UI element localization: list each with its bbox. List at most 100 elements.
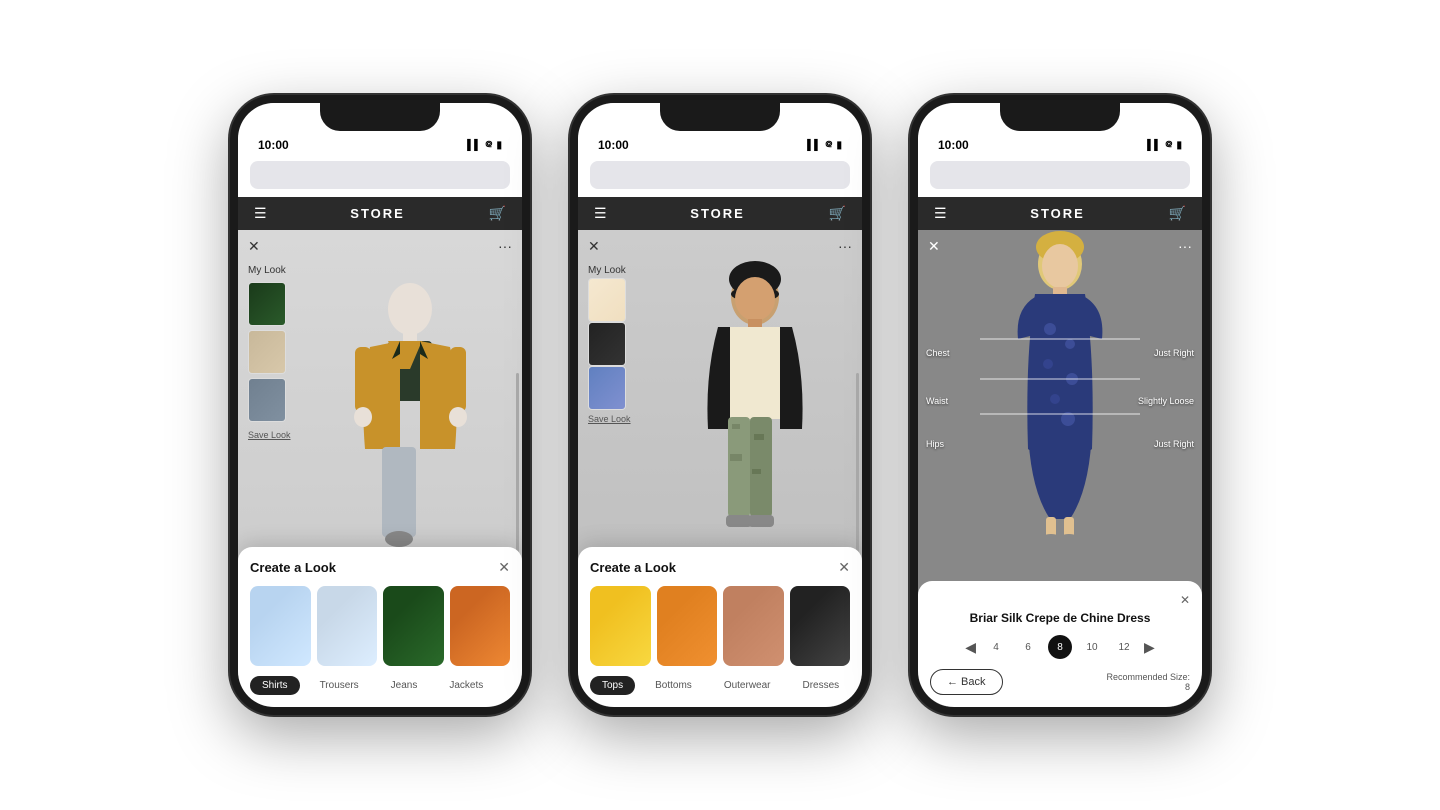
- recommended-label: Recommended Size:: [1106, 672, 1190, 682]
- wifi-icon-1: ᪤: [485, 137, 492, 153]
- create-look-sheet-2: Create a Look ✕ Tops Bottoms Outerwear D…: [578, 547, 862, 707]
- size-prev[interactable]: ◀: [965, 639, 976, 656]
- nav-title-3: STORE: [1030, 206, 1085, 221]
- battery-icon-1: ▮: [496, 140, 502, 151]
- hamburger-icon-1[interactable]: ☰: [254, 205, 267, 222]
- look-thumb-jeans-2[interactable]: [588, 366, 626, 410]
- size-12[interactable]: 12: [1112, 635, 1136, 659]
- status-bar-2: 10:00 ▌▌ ᪤ ▮: [578, 103, 862, 157]
- time-3: 10:00: [938, 138, 969, 152]
- size-4[interactable]: 4: [984, 635, 1008, 659]
- chest-label: Chest: [926, 348, 950, 358]
- save-look-link-2[interactable]: Save Look: [588, 414, 631, 424]
- signal-icon-1: ▌▌: [467, 140, 481, 151]
- pill-shirts[interactable]: Shirts: [250, 676, 300, 695]
- product-sheet-close[interactable]: ✕: [1180, 593, 1190, 607]
- pill-tops[interactable]: Tops: [590, 676, 635, 695]
- signal-icon-3: ▌▌: [1147, 140, 1161, 151]
- cart-icon-2[interactable]: 🛒: [829, 205, 846, 222]
- size-selector: ◀ 4 6 8 10 12 ▶: [930, 635, 1190, 659]
- scroll-bar-1[interactable]: [516, 373, 519, 564]
- sheet-header-1: Create a Look ✕: [250, 559, 510, 576]
- look-thumb-top[interactable]: [588, 278, 626, 322]
- search-bar-1: [238, 157, 522, 197]
- avatar-area-2: [628, 250, 862, 557]
- item-shirt-1[interactable]: [250, 586, 311, 666]
- item-top-1[interactable]: [590, 586, 651, 666]
- recommended-size-info: Recommended Size: 8: [1106, 672, 1190, 692]
- main-content-2: ✕ ··· My Look Save Look: [578, 230, 862, 707]
- phone-1: 10:00 ▌▌ ᪤ ▮ ☰ STORE 🛒 ✕ ··· M: [230, 95, 530, 715]
- mannequin-svg-1: [300, 269, 500, 569]
- waist-value: Slightly Loose: [1138, 396, 1194, 406]
- item-polo[interactable]: [383, 586, 444, 666]
- search-bar-3: [918, 157, 1202, 197]
- pill-jackets[interactable]: Jackets: [437, 676, 495, 695]
- back-row: ← Back Recommended Size: 8: [930, 669, 1190, 695]
- item-top-3[interactable]: [723, 586, 784, 666]
- sheet-close-2[interactable]: ✕: [838, 559, 850, 576]
- pill-outerwear[interactable]: Outerwear: [712, 676, 783, 695]
- category-pills-1: Shirts Trousers Jeans Jackets: [250, 676, 510, 695]
- sheet-close-1[interactable]: ✕: [498, 559, 510, 576]
- fit-chest-row: Chest Just Right: [926, 348, 1194, 358]
- search-input-2[interactable]: [590, 161, 850, 189]
- signal-icon-2: ▌▌: [807, 140, 821, 151]
- look-thumb-jacket-2[interactable]: [588, 322, 626, 366]
- pill-bottoms[interactable]: Bottoms: [643, 676, 704, 695]
- phone-2: 10:00 ▌▌ ᪤ ▮ ☰ STORE 🛒 ✕ ··· M: [570, 95, 870, 715]
- hips-value: Just Right: [1154, 439, 1194, 449]
- hips-label: Hips: [926, 439, 944, 449]
- pill-dresses[interactable]: Dresses: [791, 676, 851, 695]
- sheet-title-1: Create a Look: [250, 560, 336, 575]
- nav-bar-1: ☰ STORE 🛒: [238, 197, 522, 230]
- hamburger-icon-3[interactable]: ☰: [934, 205, 947, 222]
- product-name: Briar Silk Crepe de Chine Dress: [930, 611, 1190, 625]
- cart-icon-3[interactable]: 🛒: [1169, 205, 1186, 222]
- fit-labels: Chest Just Right Waist Slightly Loose Hi…: [926, 348, 1194, 449]
- search-input-3[interactable]: [930, 161, 1190, 189]
- battery-icon-2: ▮: [836, 140, 842, 151]
- close-btn-1[interactable]: ✕: [248, 238, 260, 255]
- nav-title-1: STORE: [350, 206, 405, 221]
- more-btn-1[interactable]: ···: [498, 238, 512, 254]
- size-next[interactable]: ▶: [1144, 639, 1155, 656]
- nav-title-2: STORE: [690, 206, 745, 221]
- my-look-panel-2: My Look Save Look: [588, 265, 631, 424]
- scroll-bar-2[interactable]: [856, 373, 859, 564]
- my-look-label-2: My Look: [588, 265, 631, 276]
- sheet-title-2: Create a Look: [590, 560, 676, 575]
- main-content-1: ✕ ··· My Look Save Look: [238, 230, 522, 707]
- recommended-value: 8: [1106, 682, 1190, 692]
- item-shirt-2[interactable]: [317, 586, 378, 666]
- status-bar-1: 10:00 ▌▌ ᪤ ▮: [238, 103, 522, 157]
- category-pills-2: Tops Bottoms Outerwear Dresses: [590, 676, 850, 695]
- phones-container: 10:00 ▌▌ ᪤ ▮ ☰ STORE 🛒 ✕ ··· M: [0, 0, 1440, 810]
- wifi-icon-2: ᪤: [825, 137, 832, 153]
- product-info-sheet: ✕ Briar Silk Crepe de Chine Dress ◀ 4 6 …: [918, 581, 1202, 707]
- hamburger-icon-2[interactable]: ☰: [594, 205, 607, 222]
- fit-waist-row: Waist Slightly Loose: [926, 396, 1194, 406]
- avatar-svg-2: [650, 259, 840, 549]
- pill-trousers[interactable]: Trousers: [308, 676, 371, 695]
- sheet-header-2: Create a Look ✕: [590, 559, 850, 576]
- wifi-icon-3: ᪤: [1165, 137, 1172, 153]
- pill-jeans[interactable]: Jeans: [379, 676, 430, 695]
- size-8[interactable]: 8: [1048, 635, 1072, 659]
- size-6[interactable]: 6: [1016, 635, 1040, 659]
- create-look-sheet-1: Create a Look ✕ Shirts Trousers Jeans Ja…: [238, 547, 522, 707]
- status-icons-2: ▌▌ ᪤ ▮: [807, 137, 842, 153]
- item-scarf[interactable]: [450, 586, 511, 666]
- item-top-4[interactable]: [790, 586, 851, 666]
- fit-hips-row: Hips Just Right: [926, 439, 1194, 449]
- size-10[interactable]: 10: [1080, 635, 1104, 659]
- battery-icon-3: ▮: [1176, 140, 1182, 151]
- phone-3: 10:00 ▌▌ ᪤ ▮ ☰ STORE 🛒 ✕ ···: [910, 95, 1210, 715]
- search-input-1[interactable]: [250, 161, 510, 189]
- cart-icon-1[interactable]: 🛒: [489, 205, 506, 222]
- item-top-2[interactable]: [657, 586, 718, 666]
- status-icons-3: ▌▌ ᪤ ▮: [1147, 137, 1182, 153]
- main-content-3: ✕ ···: [918, 230, 1202, 707]
- close-btn-2[interactable]: ✕: [588, 238, 600, 255]
- back-button[interactable]: ← Back: [930, 669, 1003, 695]
